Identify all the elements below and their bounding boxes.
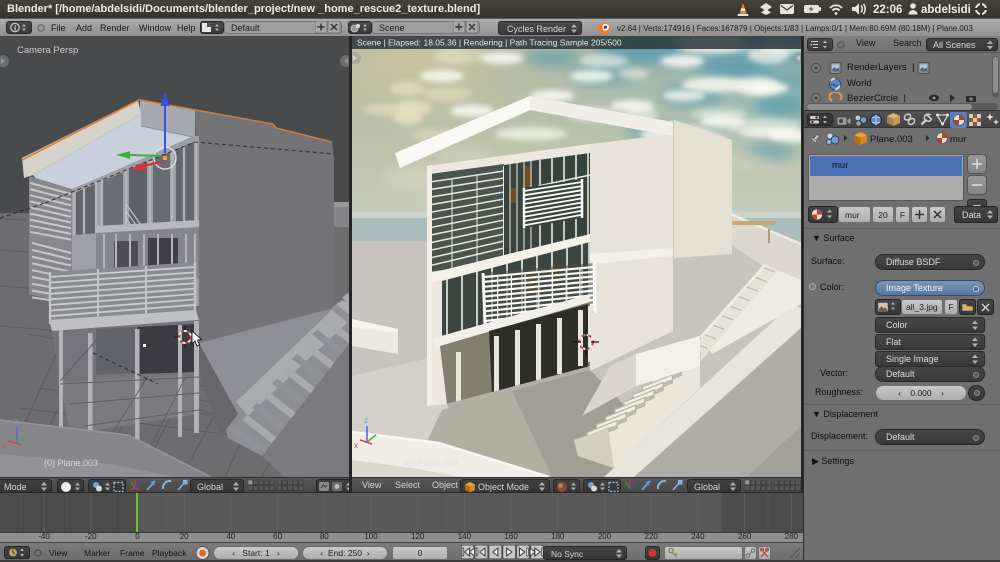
svg-text:z: z xyxy=(14,417,18,426)
svg-text:22:06: 22:06 xyxy=(873,4,902,16)
svg-text:(0) Plane.003: (0) Plane.003 xyxy=(404,458,458,468)
svg-text:Plane.003: Plane.003 xyxy=(870,134,913,145)
svg-text:mur: mur xyxy=(950,134,966,145)
svg-text:z: z xyxy=(364,416,368,425)
svg-text:(0) Plane.003: (0) Plane.003 xyxy=(44,458,98,468)
svg-text:x: x xyxy=(354,441,358,450)
svg-text:Scene | Elapsed: 18.05.36 | Re: Scene | Elapsed: 18.05.36 | Rendering | … xyxy=(357,38,622,48)
svg-text:abdelsidi: abdelsidi xyxy=(921,4,971,16)
svg-text:x: x xyxy=(2,441,6,450)
svg-text:Camera Persp: Camera Persp xyxy=(17,45,78,56)
